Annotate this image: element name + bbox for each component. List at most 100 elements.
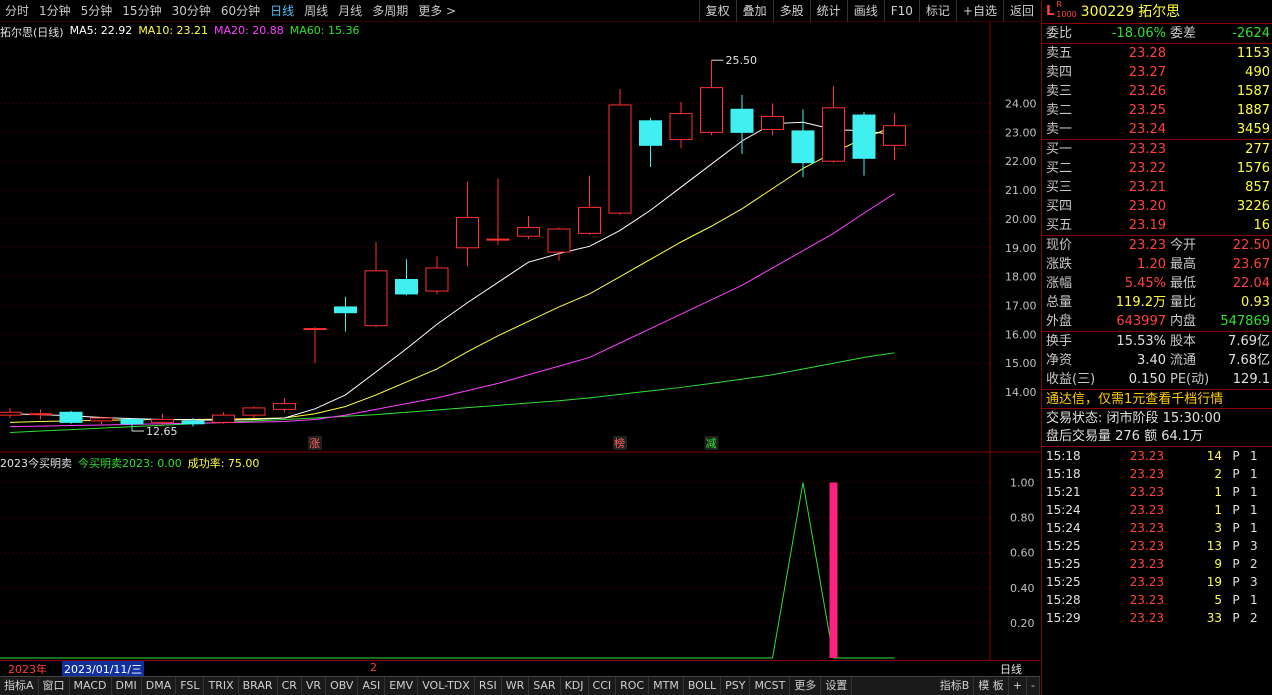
toolbar-button-5[interactable]: F10	[883, 0, 919, 22]
candle-body	[364, 270, 388, 327]
indicator-tab-19[interactable]: ROC	[616, 677, 650, 695]
indicator-tab-2[interactable]: MACD	[70, 677, 112, 695]
period-tab-4[interactable]: 30分钟	[167, 0, 216, 22]
indicator-tab-12[interactable]: EMV	[385, 677, 419, 695]
bid-book: 买一 23.23 277 买二 23.22 1576 买三 23.21 857 买四 23.20 32…	[1042, 139, 1272, 235]
period-tab-1[interactable]: 1分钟	[34, 0, 76, 22]
y-tick-label: 15.00	[1005, 357, 1037, 370]
indicator-tab-21[interactable]: BOLL	[684, 677, 722, 695]
bids-row: 买五 23.19 16	[1042, 216, 1272, 235]
indicator-tab-9[interactable]: VR	[302, 677, 327, 695]
zoom-in-button[interactable]: +	[1009, 677, 1028, 695]
indicator-tab-6[interactable]: TRIX	[204, 677, 239, 695]
stats-block: 现价 23.23 今开 22.50 涨跌 1.20 最高 23.67 涨幅 5.45% 最低 22.0…	[1042, 235, 1272, 331]
tick-price: 23.23	[1129, 575, 1164, 589]
candle-body	[273, 403, 296, 410]
indicator-tab-3[interactable]: DMI	[112, 677, 142, 695]
bottom-right-tools: 指标B 模 板 + -	[936, 677, 1040, 695]
bids-label: 买二	[1046, 161, 1073, 176]
candle-body	[517, 227, 540, 237]
stat-label: 量比	[1170, 295, 1197, 310]
tick-count: 1	[1250, 449, 1258, 463]
y-tick-label: 21.00	[1005, 184, 1037, 197]
indicator-tab-18[interactable]: CCI	[589, 677, 617, 695]
bids-price: 23.21	[1128, 180, 1166, 195]
main-legend: 拓尔思(日线) MA5: 22.92 MA10: 23.21 MA20: 20.…	[0, 24, 359, 40]
year-label: 2023年	[8, 663, 47, 676]
tick-price: 23.23	[1129, 557, 1164, 571]
indicator-tab-10[interactable]: OBV	[326, 677, 359, 695]
stats2-row: 换手 15.53% 股本 7.69亿	[1042, 332, 1272, 351]
cursor-date: 2023/01/11/三	[62, 661, 145, 677]
indicator-tab-23[interactable]: MCST	[750, 677, 791, 695]
kline-chart[interactable]: 24.00 23.00 22.00 21.00 20.00 19.00 18.00 17.00…	[0, 22, 1040, 660]
asks-row: 卖三 23.26 1587	[1042, 82, 1272, 101]
toolbar-button-7[interactable]: +自选	[955, 0, 1003, 22]
toolbar-button-6[interactable]: 标记	[918, 0, 956, 22]
indicator-tab-0[interactable]: 指标A	[0, 677, 39, 695]
indicator-tab-11[interactable]: ASI	[358, 677, 386, 695]
asks-label: 卖四	[1046, 65, 1073, 80]
tick-volume: 9	[1214, 557, 1222, 571]
low-annotation: 12.65	[146, 425, 178, 438]
candle-body	[0, 411, 22, 416]
zoom-out-button[interactable]: -	[1027, 677, 1040, 695]
candle-body	[486, 238, 510, 241]
tick-count: 2	[1250, 557, 1258, 571]
stats-row: 总量 119.2万 量比 0.93	[1042, 293, 1272, 312]
period-tab-2[interactable]: 5分钟	[76, 0, 118, 22]
candle-body	[212, 414, 235, 423]
candle-body	[761, 115, 784, 130]
period-tab-7[interactable]: 周线	[299, 0, 333, 22]
indicator-b-tab[interactable]: 指标B	[936, 677, 975, 695]
indicator-tab-13[interactable]: VOL-TDX	[418, 677, 475, 695]
indicator-tab-4[interactable]: DMA	[142, 677, 177, 695]
indicator-tick-label: 0.40	[1010, 582, 1035, 595]
period-tab-9[interactable]: 多周期	[367, 0, 413, 22]
indicator-tab-25[interactable]: 设置	[821, 677, 853, 695]
promo-banner[interactable]: 通达信，仅需1元查看千档行情	[1042, 389, 1272, 408]
ask-book: 卖五 23.28 1153 卖四 23.27 490 卖三 23.26 1587 卖二 23.25 1…	[1042, 43, 1272, 139]
period-tab-10[interactable]: 更多 >	[413, 0, 461, 22]
toolbar-button-8[interactable]: 返回	[1002, 0, 1040, 22]
indicator-tab-1[interactable]: 窗口	[39, 677, 70, 695]
stat-label: 内盘	[1170, 314, 1197, 329]
template-tab[interactable]: 模 板	[974, 677, 1009, 695]
candle-body	[639, 120, 662, 146]
indicator-tab-5[interactable]: FSL	[176, 677, 205, 695]
toolbar-button-0[interactable]: 复权	[698, 0, 736, 22]
bids-row: 买一 23.23 277	[1042, 140, 1272, 159]
tick-time: 15:25	[1046, 539, 1081, 553]
candle-body	[578, 206, 601, 234]
tick-list: 15:18 23.23 14 P 1 15:18 23.23 2 P 1 15:21 23.23 1 P 1…	[1042, 446, 1272, 627]
asks-row: 卖二 23.25 1887	[1042, 101, 1272, 120]
indicator-tab-14[interactable]: RSI	[475, 677, 502, 695]
indicator-tab-20[interactable]: MTM	[649, 677, 684, 695]
stat-value: 22.04	[1232, 276, 1270, 291]
indicator-tab-24[interactable]: 更多	[790, 677, 822, 695]
indicator-tab-8[interactable]: CR	[278, 677, 302, 695]
toolbar-button-4[interactable]: 画线	[846, 0, 884, 22]
period-tab-8[interactable]: 月线	[333, 0, 367, 22]
toolbar-button-1[interactable]: 叠加	[735, 0, 773, 22]
indicator-tabs: 指标A 窗口 MACD DMI DMA FSL TRIX BRAR CR VR OBV ASI EMV V…	[0, 676, 1040, 695]
tick-price: 23.23	[1129, 521, 1164, 535]
y-tick-label: 16.00	[1005, 328, 1037, 341]
toolbar-button-3[interactable]: 统计	[809, 0, 847, 22]
indicator-tab-16[interactable]: SAR	[529, 677, 561, 695]
candle-body	[181, 420, 205, 425]
indicator-tab-17[interactable]: KDJ	[561, 677, 589, 695]
period-tab-6[interactable]: 日线	[265, 0, 299, 22]
stat-value: 119.2万	[1115, 295, 1166, 310]
period-tab-0[interactable]: 分时	[0, 0, 34, 22]
tick-row: 15:29 23.23 33 P 2	[1042, 609, 1272, 627]
period-tab-5[interactable]: 60分钟	[216, 0, 265, 22]
indicator-tab-7[interactable]: BRAR	[239, 677, 278, 695]
period-tab-3[interactable]: 15分钟	[117, 0, 166, 22]
indicator-tab-15[interactable]: WR	[502, 677, 530, 695]
toolbar-button-2[interactable]: 多股	[772, 0, 810, 22]
indicator-tab-22[interactable]: PSY	[721, 677, 751, 695]
tick-time: 15:24	[1046, 521, 1081, 535]
tick-flag: P	[1232, 503, 1240, 517]
date-bar: 2023年 2023/01/11/三 2 日线	[0, 660, 1040, 677]
